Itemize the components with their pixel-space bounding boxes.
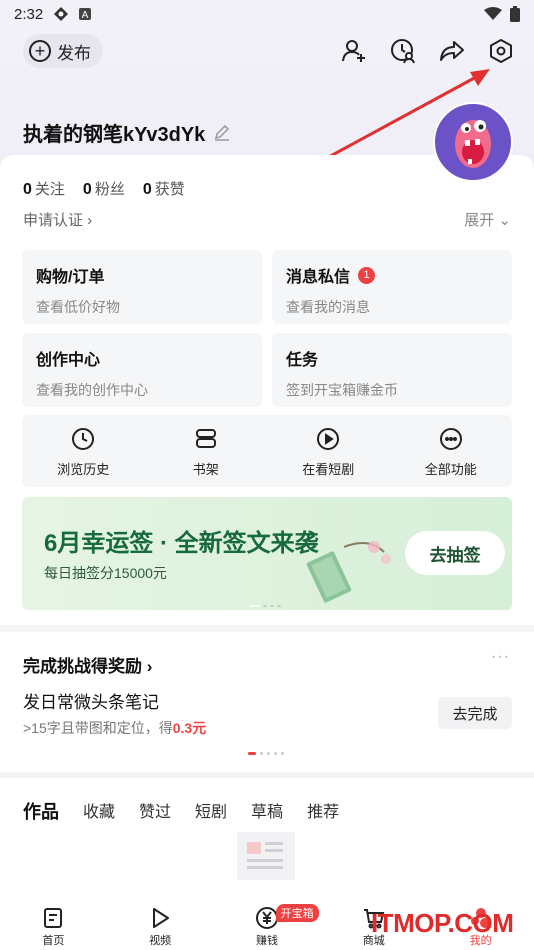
share-icon	[440, 41, 464, 61]
challenge-title[interactable]: 完成挑战得奖励 ›	[23, 652, 152, 677]
lucky-draw-banner[interactable]: 6月幸运签 · 全新签文来袭 每日抽签分15000元 去抽签	[22, 497, 512, 610]
tile-messages[interactable]: 消息私信 1 查看我的消息	[272, 250, 512, 324]
fortune-stick-illustration	[306, 541, 391, 603]
settings-hexagon-icon	[490, 39, 512, 63]
tile-title: 创作中心	[36, 352, 101, 369]
quick-short-drama[interactable]: 在看短剧	[267, 415, 390, 487]
tile-tasks[interactable]: 任务 签到开宝箱赚金币	[272, 333, 512, 407]
banner-subtitle: 每日抽签分15000元	[44, 565, 167, 581]
profile-stats: 0 关注 0 粉丝 0 获赞	[23, 178, 185, 199]
tab-works[interactable]: 作品	[23, 798, 59, 824]
home-doc-icon	[44, 908, 63, 928]
nav-video[interactable]: 视频	[107, 898, 214, 950]
tile-creator-center[interactable]: 创作中心 查看我的创作中心	[22, 333, 262, 407]
draw-lot-button[interactable]: 去抽签	[405, 531, 505, 575]
works-tabs: 作品 收藏 赞过 短剧 草稿 推荐	[23, 798, 363, 824]
expand-toggle[interactable]: 展开 ⌄	[464, 209, 511, 230]
plus-icon: +	[29, 40, 51, 62]
wifi-icon	[484, 7, 502, 20]
svg-text:A: A	[82, 10, 89, 21]
avatar[interactable]	[433, 102, 513, 182]
visitor-history-button[interactable]	[388, 36, 418, 66]
username-row[interactable]: 执着的钢笔kYv3dYk	[23, 118, 231, 147]
avatar-monster-icon	[455, 120, 491, 168]
username: 执着的钢笔kYv3dYk	[23, 124, 206, 146]
status-bar: 2:32 A	[0, 0, 534, 28]
quick-actions: 浏览历史 书架 在看短剧 全部功能	[22, 415, 512, 487]
carousel-indicator	[250, 605, 281, 607]
challenge-pager	[248, 752, 284, 755]
tile-subtitle: 签到开宝箱赚金币	[286, 382, 398, 398]
publish-label: 发布	[57, 43, 91, 63]
publish-button[interactable]: + 发布	[23, 34, 103, 68]
add-user-icon	[342, 40, 365, 62]
open-treasure-badge: 开宝箱	[275, 904, 319, 922]
edit-pencil-icon[interactable]	[213, 124, 231, 142]
tab-recommend[interactable]: 推荐	[307, 798, 339, 824]
reward-amount: 0.3元	[172, 720, 207, 736]
tab-favorites[interactable]: 收藏	[83, 798, 115, 824]
settings-button[interactable]	[486, 36, 516, 66]
header-actions	[339, 36, 516, 66]
text-app-icon: A	[79, 8, 92, 21]
network-icon	[54, 7, 69, 21]
complete-task-button[interactable]: 去完成	[438, 697, 512, 729]
tile-shopping-orders[interactable]: 购物/订单 查看低价好物	[22, 250, 262, 324]
more-circle-icon	[439, 428, 462, 450]
quick-bookshelf[interactable]: 书架	[145, 415, 268, 487]
clock-icon	[72, 428, 95, 450]
tile-subtitle: 查看我的消息	[286, 299, 370, 315]
unread-badge: 1	[358, 266, 376, 284]
tab-liked[interactable]: 赞过	[139, 798, 171, 824]
apply-certification-link[interactable]: 申请认证 ›	[23, 209, 92, 230]
stat-followers[interactable]: 0 粉丝	[83, 178, 125, 199]
tile-subtitle: 查看低价好物	[36, 299, 120, 315]
clock-user-icon	[391, 39, 415, 64]
quick-history[interactable]: 浏览历史	[22, 415, 145, 487]
nav-home[interactable]: 首页	[0, 898, 107, 950]
tile-title: 任务	[286, 352, 319, 369]
tile-subtitle: 查看我的创作中心	[36, 382, 148, 398]
works-section: 作品 收藏 赞过 短剧 草稿 推荐	[0, 778, 534, 898]
bookshelf-icon	[195, 429, 216, 448]
more-options-icon[interactable]: ···	[491, 648, 510, 666]
quick-all-features[interactable]: 全部功能	[390, 415, 513, 487]
tile-title: 购物/订单	[36, 269, 105, 286]
play-circle-icon	[317, 428, 340, 450]
tab-drafts[interactable]: 草稿	[251, 798, 283, 824]
empty-document-icon	[237, 832, 295, 880]
stat-likes[interactable]: 0 获赞	[143, 178, 185, 199]
challenge-section: 完成挑战得奖励 › ··· 发日常微头条笔记 >15字且带图和定位，得0.3元 …	[0, 632, 534, 772]
challenge-task: 发日常微头条笔记	[23, 693, 159, 712]
site-watermark: ITMOP.COM	[371, 908, 514, 938]
nav-earn[interactable]: 赚钱 开宝箱	[214, 898, 321, 950]
battery-icon	[510, 6, 520, 22]
tile-title: 消息私信	[286, 269, 351, 286]
stat-following[interactable]: 0 关注	[23, 178, 65, 199]
status-time: 2:32	[14, 5, 44, 23]
play-icon	[153, 908, 170, 928]
add-friend-button[interactable]	[339, 36, 369, 66]
share-button[interactable]	[437, 36, 467, 66]
tab-short-drama[interactable]: 短剧	[195, 798, 227, 824]
challenge-description: >15字且带图和定位，得0.3元	[23, 720, 207, 736]
